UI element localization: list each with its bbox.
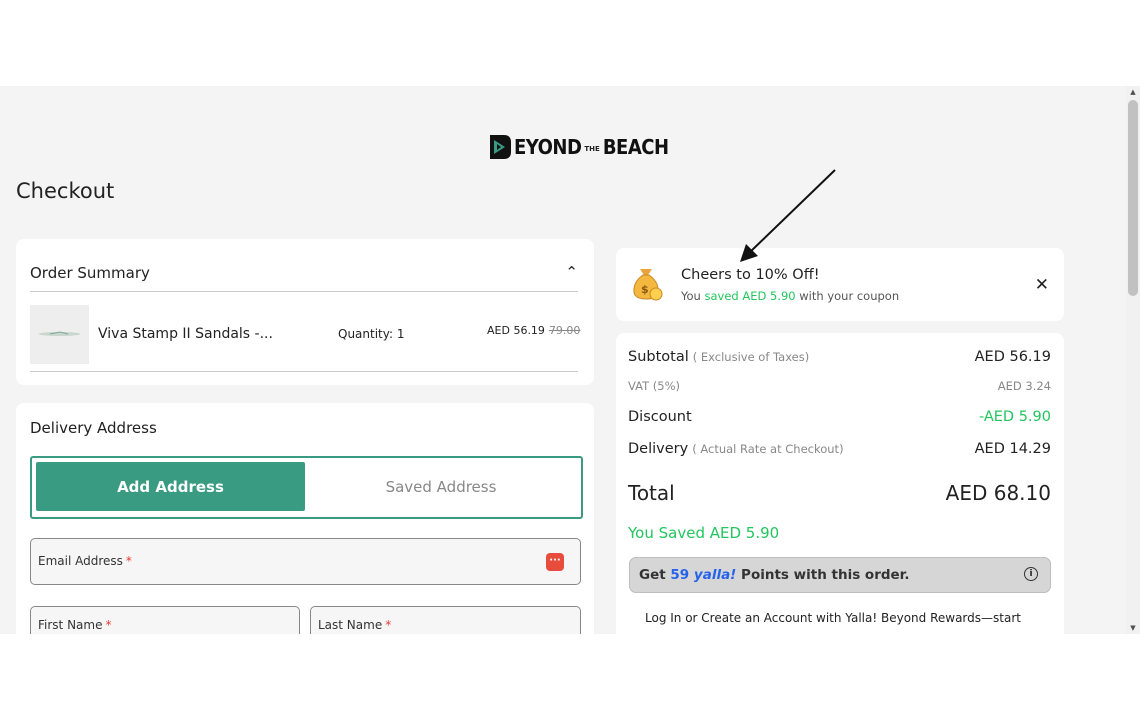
vat-value: AED 3.24: [997, 379, 1051, 393]
quantity-label: Quantity:: [338, 327, 394, 341]
product-quantity: Quantity: 1: [338, 327, 405, 341]
discount-label: Discount: [628, 409, 692, 425]
delivery-label: Delivery: [628, 441, 689, 457]
discount-value: -AED 5.90: [978, 409, 1051, 425]
chevron-up-icon[interactable]: ⌃: [565, 263, 578, 281]
address-mode-toggle: Add Address Saved Address: [30, 456, 583, 519]
total-value: AED 68.10: [945, 481, 1051, 505]
first-name-field[interactable]: First Name *: [30, 606, 300, 634]
svg-text:$: $: [641, 283, 649, 296]
you-saved-text: You Saved AED 5.90: [628, 524, 780, 542]
delivery-address-card: Delivery Address Add Address Saved Addre…: [16, 403, 594, 634]
password-manager-icon[interactable]: ···: [546, 553, 564, 571]
coupon-subtitle: You saved AED 5.90 with your coupon: [681, 289, 900, 303]
original-price: 79.00: [548, 324, 581, 337]
coupon-title: Cheers to 10% Off!: [681, 267, 820, 283]
page-title: Checkout: [16, 179, 115, 203]
product-thumbnail: [30, 305, 89, 364]
checkout-viewport: EYOND THE BEACH Checkout Order Summary ⌃…: [0, 86, 1126, 634]
vat-label: VAT (5%): [628, 379, 681, 393]
scroll-up-icon[interactable]: ▲: [1126, 86, 1140, 98]
scroll-down-icon[interactable]: ▼: [1126, 622, 1140, 634]
yalla-points-text: Get 59 yalla! Points with this order.: [639, 567, 910, 583]
first-name-label: First Name *: [38, 618, 112, 632]
saved-address-tab[interactable]: Saved Address: [305, 462, 577, 511]
info-icon[interactable]: i: [1024, 567, 1038, 581]
add-address-tab[interactable]: Add Address: [36, 462, 305, 511]
subtotal-label: Subtotal: [628, 349, 689, 365]
coupon-applied-banner: $ Cheers to 10% Off! You saved AED 5.90 …: [616, 248, 1064, 321]
total-label: Total: [628, 481, 675, 505]
delivery-note: ( Actual Rate at Checkout): [692, 442, 844, 456]
delivery-row: Delivery( Actual Rate at Checkout) AED 1…: [628, 441, 1051, 457]
vat-row: VAT (5%) AED 3.24: [628, 379, 1051, 393]
divider: [30, 291, 578, 292]
last-name-label: Last Name *: [318, 618, 392, 632]
subtotal-value: AED 56.19: [974, 349, 1051, 365]
sandal-icon: [38, 331, 81, 336]
brand-logo[interactable]: EYOND THE BEACH: [488, 133, 669, 161]
total-row: Total AED 68.10: [628, 481, 1051, 505]
scrollbar-thumb[interactable]: [1128, 100, 1138, 296]
current-price: AED 56.19: [487, 324, 545, 337]
email-label: Email Address *: [38, 554, 132, 568]
close-icon[interactable]: ✕: [1035, 275, 1049, 295]
delivery-value: AED 14.29: [974, 441, 1051, 457]
product-name[interactable]: Viva Stamp II Sandals -...: [98, 326, 273, 342]
email-field[interactable]: Email Address * ···: [30, 538, 581, 585]
rewards-signup-text: Log In or Create an Account with Yalla! …: [645, 611, 1021, 625]
quantity-value: 1: [396, 327, 405, 341]
logo-text-beach: BEACH: [602, 135, 669, 159]
subtotal-note: ( Exclusive of Taxes): [692, 350, 810, 364]
subtotal-row: Subtotal( Exclusive of Taxes) AED 56.19: [628, 349, 1051, 365]
last-name-field[interactable]: Last Name *: [310, 606, 581, 634]
money-bag-icon: $: [633, 269, 663, 301]
yalla-points-banner: Get 59 yalla! Points with this order. i: [629, 557, 1051, 593]
logo-text-beyond: EYOND: [514, 135, 582, 159]
logo-text-the: THE: [584, 145, 600, 153]
order-summary-heading: Order Summary: [30, 264, 150, 282]
logo-mark-icon: [490, 135, 511, 159]
product-price: AED 56.19 79.00: [487, 324, 580, 337]
delivery-address-heading: Delivery Address: [30, 419, 157, 437]
price-summary-card: Subtotal( Exclusive of Taxes) AED 56.19 …: [616, 333, 1064, 634]
vertical-scrollbar[interactable]: ▲ ▼: [1126, 86, 1140, 634]
divider: [30, 371, 578, 372]
order-summary-card: Order Summary ⌃ Viva Stamp II Sandals -.…: [16, 239, 594, 385]
discount-row: Discount -AED 5.90: [628, 409, 1051, 425]
